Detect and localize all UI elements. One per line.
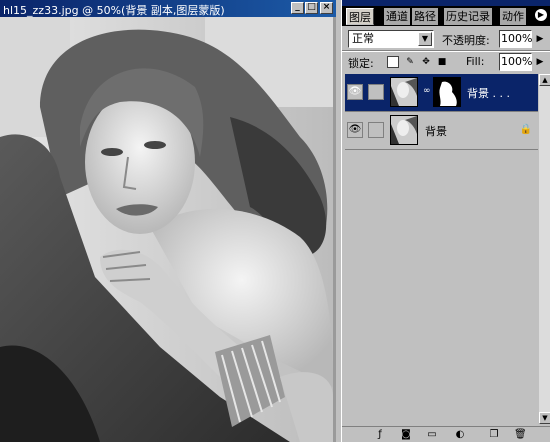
- opacity-field[interactable]: 100%: [499, 30, 532, 48]
- minimize-button[interactable]: _: [291, 2, 304, 14]
- new-layer-icon[interactable]: ❐: [488, 429, 500, 441]
- adjustment-layer-icon[interactable]: ◐: [454, 429, 466, 441]
- new-set-icon[interactable]: ▭: [426, 429, 438, 441]
- palette-menu-button[interactable]: ▶: [534, 8, 548, 22]
- layer-name: 背景: [425, 125, 447, 138]
- tab-paths[interactable]: 路径: [412, 8, 438, 25]
- image-canvas[interactable]: [0, 17, 333, 442]
- layer-style-icon[interactable]: ƒ: [374, 429, 386, 441]
- lock-transparency-icon[interactable]: [387, 56, 399, 68]
- eye-icon[interactable]: 👁: [347, 122, 363, 138]
- scroll-down-icon[interactable]: ▼: [539, 412, 550, 424]
- blend-row: 正常 ▼ 不透明度: 100% ▶: [342, 28, 550, 50]
- document-window: hl15_zz33.jpg @ 50%(背景 副本,图层蒙版) _ □ ×: [0, 0, 336, 442]
- link-icon[interactable]: ∞: [423, 86, 431, 98]
- tab-layers[interactable]: 图层: [346, 8, 374, 25]
- tab-channels[interactable]: 通道: [384, 8, 410, 25]
- layer-row-background[interactable]: 👁 背景 🔒: [345, 112, 538, 150]
- layers-palette: 图层 通道 路径 历史记录 动作 ▶ 正常 ▼ 不透明度: 100% ▶ 锁定:…: [341, 0, 550, 442]
- scroll-up-icon[interactable]: ▲: [539, 74, 550, 86]
- mask-thumbnail[interactable]: [433, 77, 461, 107]
- document-title-bar[interactable]: hl15_zz33.jpg @ 50%(背景 副本,图层蒙版) _ □ ×: [0, 0, 336, 17]
- lock-row: 锁定: ✎ ✥ ■ Fill: 100% ▶: [342, 51, 550, 73]
- layer-row-background-copy[interactable]: 👁 ∞ 背景 . . .: [345, 74, 538, 112]
- maximize-button[interactable]: □: [305, 2, 318, 14]
- layer-list: 👁 ∞ 背景 . . . 👁 背景 🔒: [345, 74, 538, 424]
- brush-icon[interactable]: [368, 122, 384, 138]
- lock-move-icon[interactable]: ✥: [420, 56, 432, 68]
- document-title: hl15_zz33.jpg @ 50%(背景 副本,图层蒙版): [3, 4, 225, 17]
- tab-history[interactable]: 历史记录: [444, 8, 492, 25]
- canvas-scrollbar[interactable]: [333, 17, 336, 442]
- layer-thumbnail[interactable]: [390, 77, 418, 107]
- chevron-down-icon: ▼: [418, 32, 432, 46]
- lock-all-icon[interactable]: ■: [436, 56, 448, 68]
- fill-field[interactable]: 100%: [499, 53, 532, 71]
- layer-thumbnail[interactable]: [390, 115, 418, 145]
- mask-icon[interactable]: ◙: [400, 429, 412, 441]
- portrait-image: [0, 17, 333, 442]
- lock-icon: 🔒: [519, 124, 532, 135]
- eye-icon[interactable]: 👁: [347, 84, 363, 100]
- lock-label: 锁定:: [348, 57, 374, 70]
- opacity-label: 不透明度:: [442, 34, 490, 47]
- trash-icon[interactable]: 🗑: [514, 429, 527, 441]
- opacity-arrow-icon[interactable]: ▶: [534, 33, 546, 45]
- layer-list-scrollbar[interactable]: ▲ ▼: [539, 74, 550, 424]
- tab-actions[interactable]: 动作: [500, 8, 526, 25]
- fill-arrow-icon[interactable]: ▶: [534, 56, 546, 68]
- brush-icon[interactable]: [368, 84, 384, 100]
- palette-bottom-bar: ƒ ◙ ▭ ◐ ❐ 🗑: [342, 426, 550, 442]
- fill-label: Fill:: [466, 55, 485, 68]
- blend-mode-select[interactable]: 正常 ▼: [348, 30, 434, 48]
- scroll-track[interactable]: [539, 86, 550, 412]
- blend-mode-value: 正常: [352, 32, 374, 45]
- thumbnail-image: [391, 78, 417, 106]
- lock-paint-icon[interactable]: ✎: [404, 56, 416, 68]
- palette-tabs: 图层 通道 路径 历史记录 动作: [342, 6, 550, 26]
- mask-image: [434, 78, 460, 106]
- triangle-right-icon: ▶: [537, 10, 545, 19]
- thumbnail-image: [391, 116, 417, 144]
- layer-name: 背景 . . .: [467, 87, 510, 100]
- close-button[interactable]: ×: [320, 2, 333, 14]
